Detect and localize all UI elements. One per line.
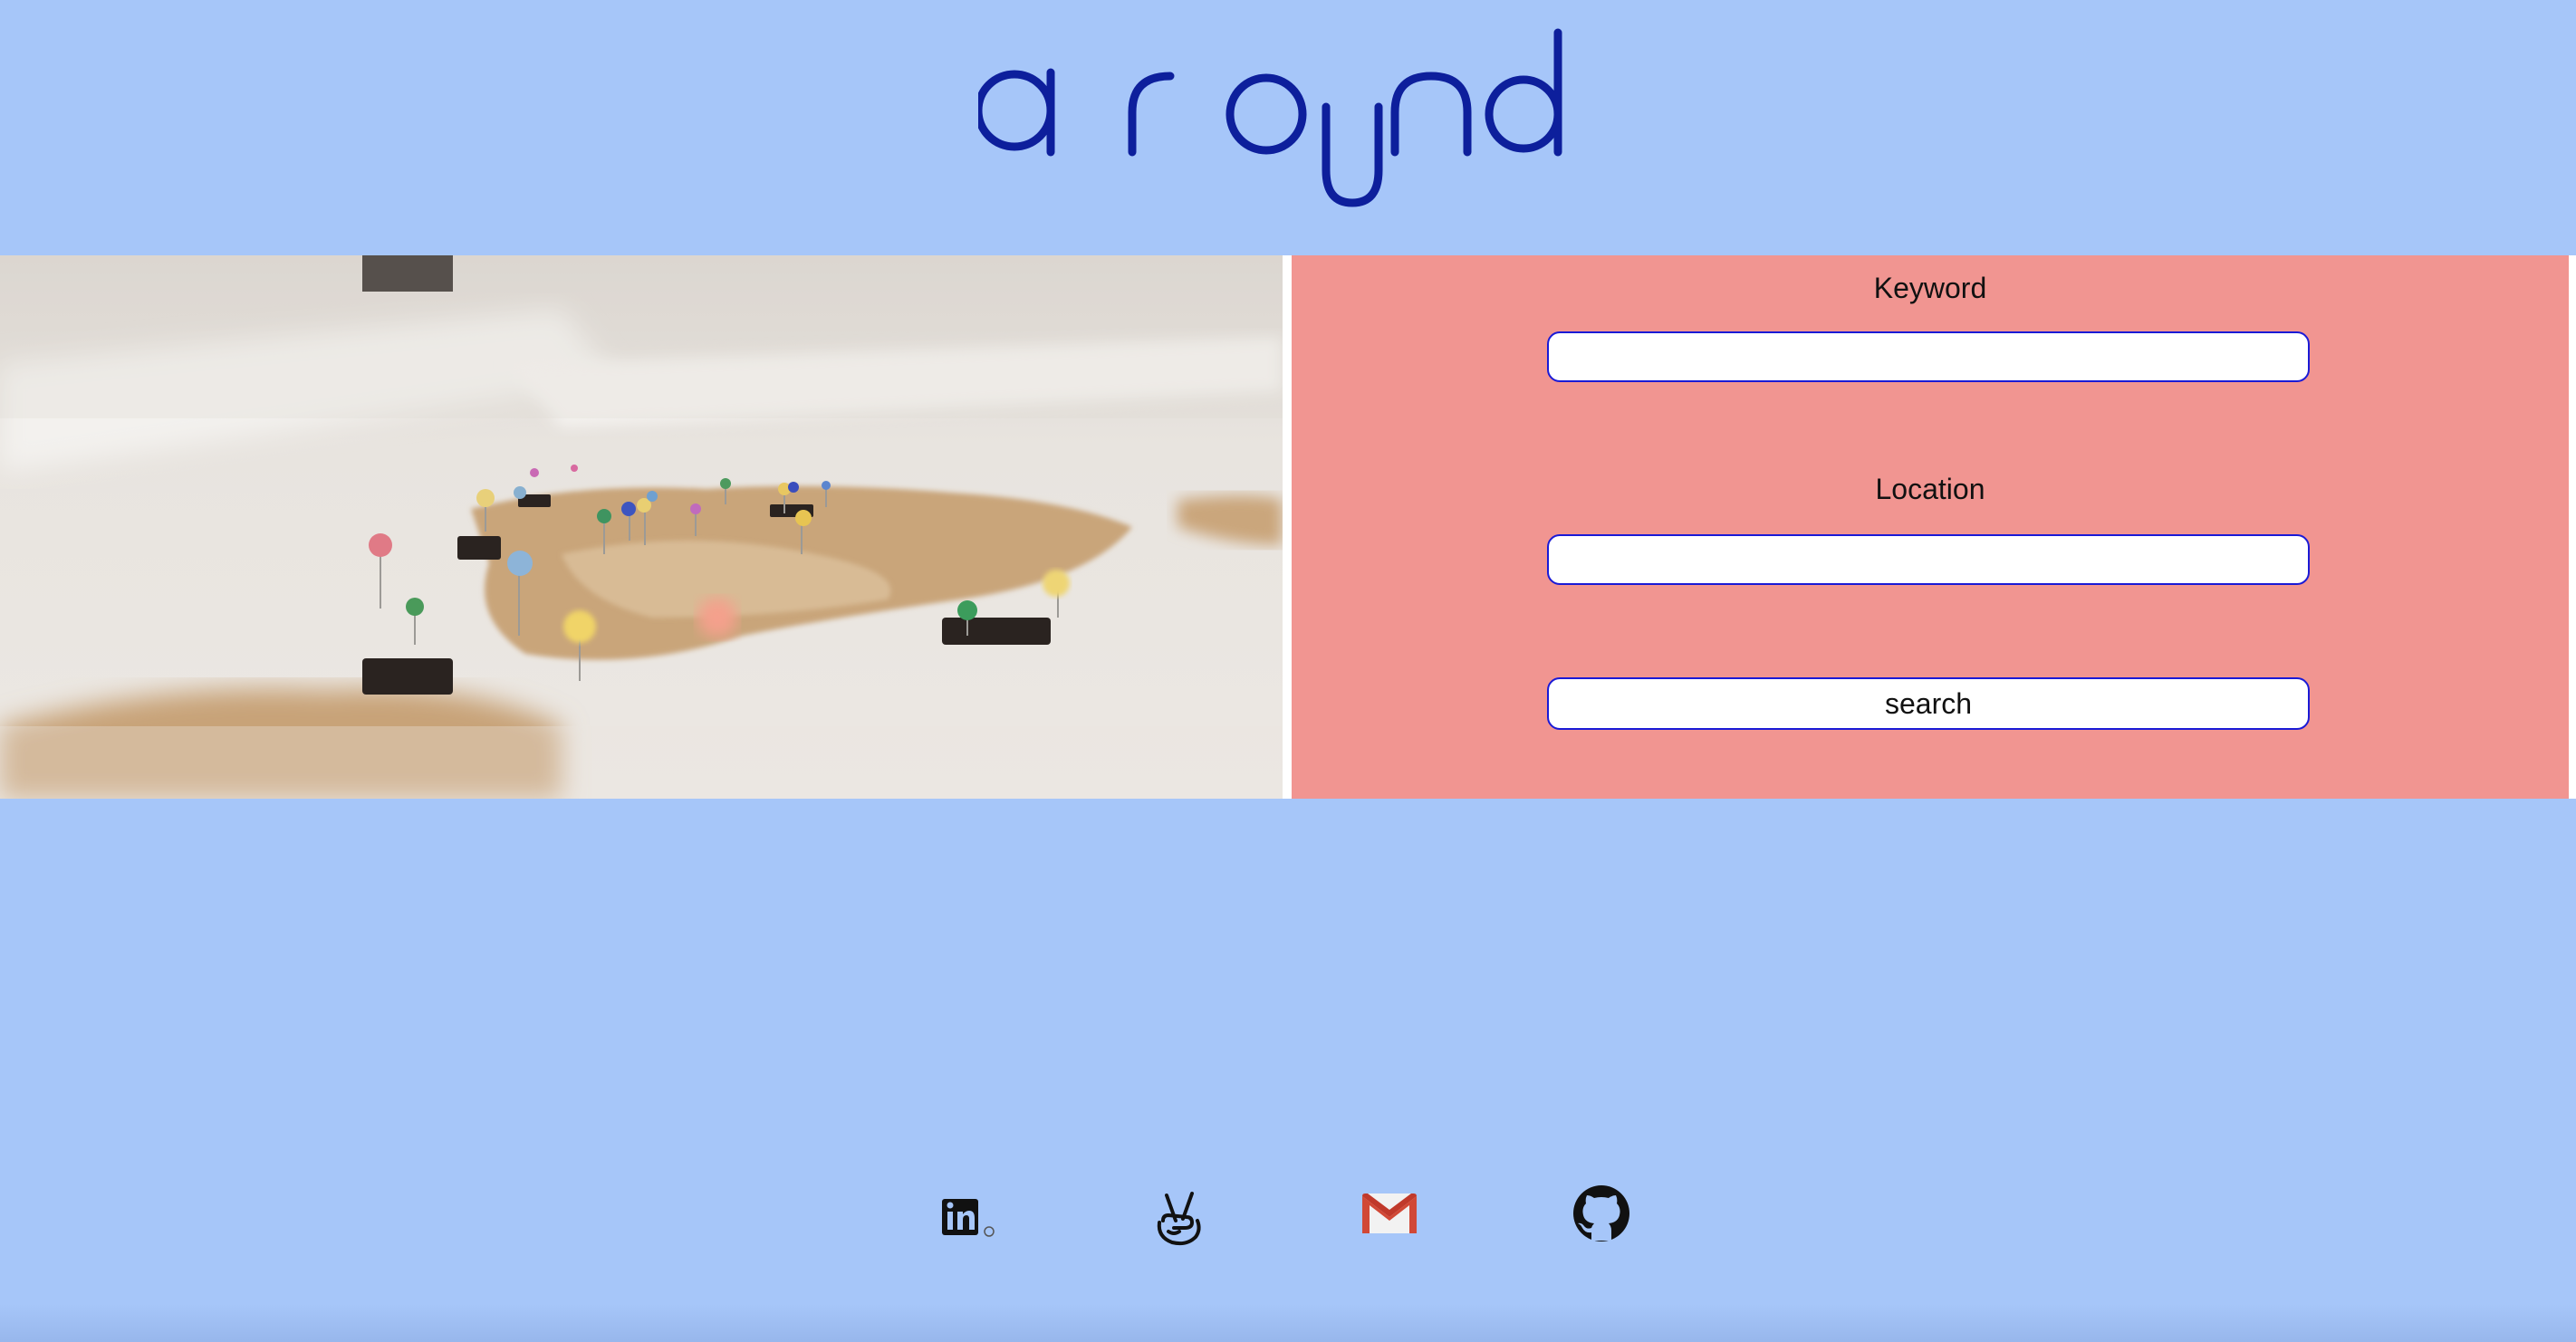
keyword-input[interactable] — [1547, 331, 2310, 382]
github-icon[interactable] — [1565, 1181, 1638, 1253]
hero-section: Keyword Location search — [0, 255, 2576, 799]
location-input[interactable] — [1547, 534, 2310, 585]
gmail-icon[interactable] — [1355, 1181, 1427, 1253]
header — [0, 0, 2576, 255]
location-label: Location — [1875, 473, 1985, 505]
map-with-pins-image — [0, 255, 1283, 799]
angellist-icon[interactable] — [1145, 1181, 1217, 1253]
search-button[interactable]: search — [1547, 677, 2310, 730]
linkedin-icon[interactable] — [935, 1181, 1007, 1253]
around-logo[interactable] — [978, 25, 1576, 216]
search-panel: Keyword Location search — [1292, 255, 2569, 799]
keyword-label: Keyword — [1873, 272, 1987, 304]
footer-shadow — [0, 1304, 2576, 1342]
